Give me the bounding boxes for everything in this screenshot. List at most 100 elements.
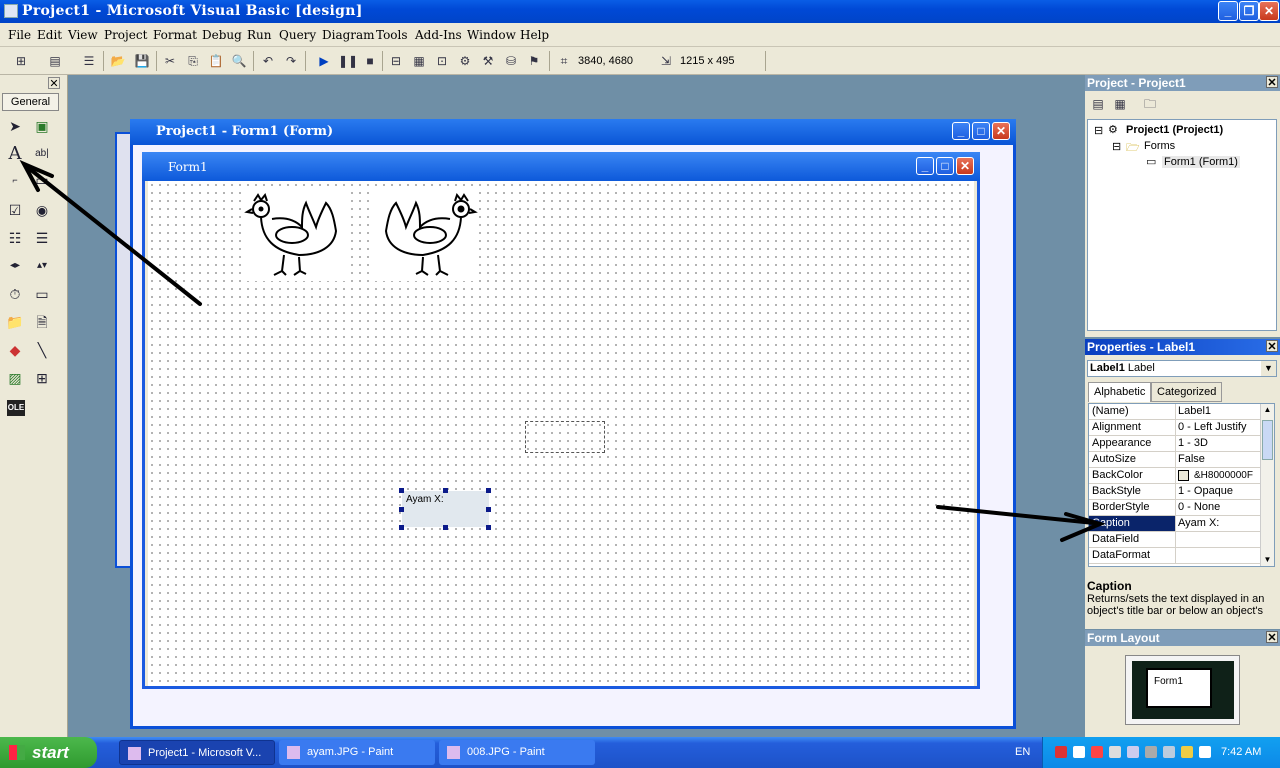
scroll-up-icon[interactable]: ▲ (1262, 405, 1273, 417)
start-button[interactable]: start (0, 737, 97, 768)
property-row[interactable]: DataFormat (1089, 548, 1261, 564)
clock[interactable]: 7:42 AM (1221, 746, 1261, 758)
antivirus-icon[interactable] (1145, 746, 1157, 758)
vscrollbar-tool-icon[interactable]: ▴▾ (31, 255, 53, 277)
resize-handle[interactable] (443, 488, 448, 493)
hscrollbar-tool-icon[interactable]: ◂▸ (4, 255, 26, 277)
form-layout-close-icon[interactable]: ✕ (1266, 631, 1278, 644)
tree-forms-folder[interactable]: Forms (1144, 140, 1175, 152)
bluetooth-icon[interactable] (1127, 746, 1139, 758)
messenger-icon[interactable] (1163, 746, 1175, 758)
menu-window[interactable]: Window (467, 28, 516, 42)
textbox-tool-icon[interactable]: ab| (31, 143, 53, 165)
property-value[interactable]: 0 - None (1178, 500, 1260, 515)
taskbar-item-vb[interactable]: Project1 - Microsoft V... (119, 740, 275, 765)
property-value[interactable]: Label1 (1178, 404, 1260, 419)
form1-titlebar[interactable]: Form1 _ □ ✕ (142, 152, 980, 181)
form-designer-titlebar[interactable]: Project1 - Form1 (Form) _ □ ✕ (130, 119, 1016, 145)
line-tool-icon[interactable]: ╲ (31, 339, 53, 361)
form1-close-button[interactable]: ✕ (956, 157, 974, 175)
form1-minimize-button[interactable]: _ (916, 157, 934, 175)
property-row[interactable]: BackStyle 1 - Opaque (1089, 484, 1261, 500)
copy-icon[interactable]: ⎘ (184, 52, 202, 70)
object-selector[interactable]: Label1 Label ▼ (1087, 360, 1277, 377)
start-icon[interactable]: ▶ (315, 52, 333, 70)
network-icon[interactable] (1055, 746, 1067, 758)
tree-form1-item[interactable]: Form1 (Form1) (1162, 156, 1240, 168)
update-icon[interactable] (1199, 746, 1211, 758)
listbox-tool-icon[interactable]: ☰ (31, 227, 53, 249)
taskbar-item-paint-008[interactable]: 008.JPG - Paint (439, 740, 595, 765)
shield-icon[interactable] (1091, 746, 1103, 758)
checkbox-tool-icon[interactable]: ☑ (4, 199, 26, 221)
color-swatch[interactable] (1178, 470, 1189, 481)
security-icon[interactable] (1073, 746, 1085, 758)
project-explorer-close-icon[interactable]: ✕ (1266, 76, 1278, 89)
property-value[interactable]: False (1178, 452, 1260, 467)
form1-maximize-button[interactable]: □ (936, 157, 954, 175)
frame-tool-icon[interactable]: ⌐ (4, 169, 26, 191)
shape-tool-icon[interactable]: ◆ (4, 339, 26, 361)
menu-run[interactable]: Run (247, 28, 272, 42)
picturebox-tool-icon[interactable]: ▣ (31, 115, 53, 137)
view-object-icon[interactable]: ▦ (1111, 95, 1129, 113)
properties-window-icon[interactable]: ▦ (410, 52, 428, 70)
add-project-icon[interactable]: ⊞ (12, 52, 30, 70)
designer-minimize-button[interactable]: _ (952, 122, 970, 140)
redo-icon[interactable]: ↷ (282, 52, 300, 70)
property-scrollbar[interactable]: ▲ ▼ (1260, 404, 1274, 566)
combobox-tool-icon[interactable]: ☷ (4, 227, 26, 249)
find-icon[interactable]: 🔍 (230, 52, 248, 70)
chicken-picture-1[interactable] (244, 189, 348, 281)
property-value[interactable]: 1 - 3D (1178, 436, 1260, 451)
scroll-down-icon[interactable]: ▼ (1262, 555, 1273, 566)
collapse-icon[interactable]: ⊟ (1094, 124, 1103, 137)
tab-categorized[interactable]: Categorized (1151, 382, 1223, 402)
tab-alphabetic[interactable]: Alphabetic (1088, 382, 1152, 402)
end-icon[interactable]: ■ (361, 52, 379, 70)
restore-button[interactable]: ❐ (1239, 1, 1259, 21)
menu-diagram[interactable]: Diagram (322, 28, 375, 42)
taskbar-item-paint-ayam[interactable]: ayam.JPG - Paint (279, 740, 435, 765)
scrollbar-thumb[interactable] (1262, 420, 1273, 460)
form-layout-icon[interactable]: ⊡ (433, 52, 451, 70)
property-row[interactable]: (Name) Label1 (1089, 404, 1261, 420)
form-design-grid[interactable]: Ayam X: (148, 181, 974, 686)
property-row[interactable]: BackColor &H8000000F (1089, 468, 1261, 484)
resize-handle[interactable] (486, 507, 491, 512)
property-value[interactable]: 0 - Left Justify (1178, 420, 1260, 435)
menu-editor-icon[interactable]: ☰ (80, 52, 98, 70)
language-indicator[interactable]: EN (1015, 746, 1030, 758)
form1-window[interactable]: Form1 _ □ ✕ Ayam X: (142, 152, 980, 689)
dirlistbox-tool-icon[interactable]: 📁 (4, 311, 26, 333)
project-explorer-icon[interactable]: ⊟ (387, 52, 405, 70)
ole-tool-icon[interactable]: OLE (7, 400, 25, 416)
pointer-tool-icon[interactable]: ➤ (4, 115, 26, 137)
close-button[interactable]: ✕ (1259, 1, 1279, 21)
menu-help[interactable]: Help (520, 28, 549, 42)
resize-handle[interactable] (399, 525, 404, 530)
property-value[interactable]: 1 - Opaque (1178, 484, 1260, 499)
form-layout-form1[interactable]: Form1 (1146, 668, 1212, 708)
data-tool-icon[interactable]: ⊞ (31, 367, 53, 389)
warning-icon[interactable] (1181, 746, 1193, 758)
minimize-button[interactable]: _ (1218, 1, 1238, 21)
menu-addins[interactable]: Add-Ins (415, 28, 462, 42)
property-row[interactable]: Appearance 1 - 3D (1089, 436, 1261, 452)
undo-icon[interactable]: ↶ (259, 52, 277, 70)
tree-project-root[interactable]: Project1 (Project1) (1126, 124, 1223, 136)
timer-tool-icon[interactable]: ⏱ (4, 283, 26, 305)
save-icon[interactable]: 💾 (133, 52, 151, 70)
designer-close-button[interactable]: ✕ (992, 122, 1010, 140)
menu-format[interactable]: Format (153, 28, 197, 42)
drivelistbox-tool-icon[interactable]: ▭ (31, 283, 53, 305)
resize-handle[interactable] (486, 525, 491, 530)
toolbox-tab-general[interactable]: General (2, 93, 59, 111)
resize-handle[interactable] (399, 507, 404, 512)
property-value[interactable]: Ayam X: (1178, 516, 1260, 531)
component-manager-icon[interactable]: ⚑ (525, 52, 543, 70)
property-row[interactable]: BorderStyle 0 - None (1089, 500, 1261, 516)
break-icon[interactable]: ❚❚ (338, 52, 358, 70)
label1-control[interactable]: Ayam X: (402, 491, 489, 527)
unselected-control-outline[interactable] (525, 421, 605, 453)
